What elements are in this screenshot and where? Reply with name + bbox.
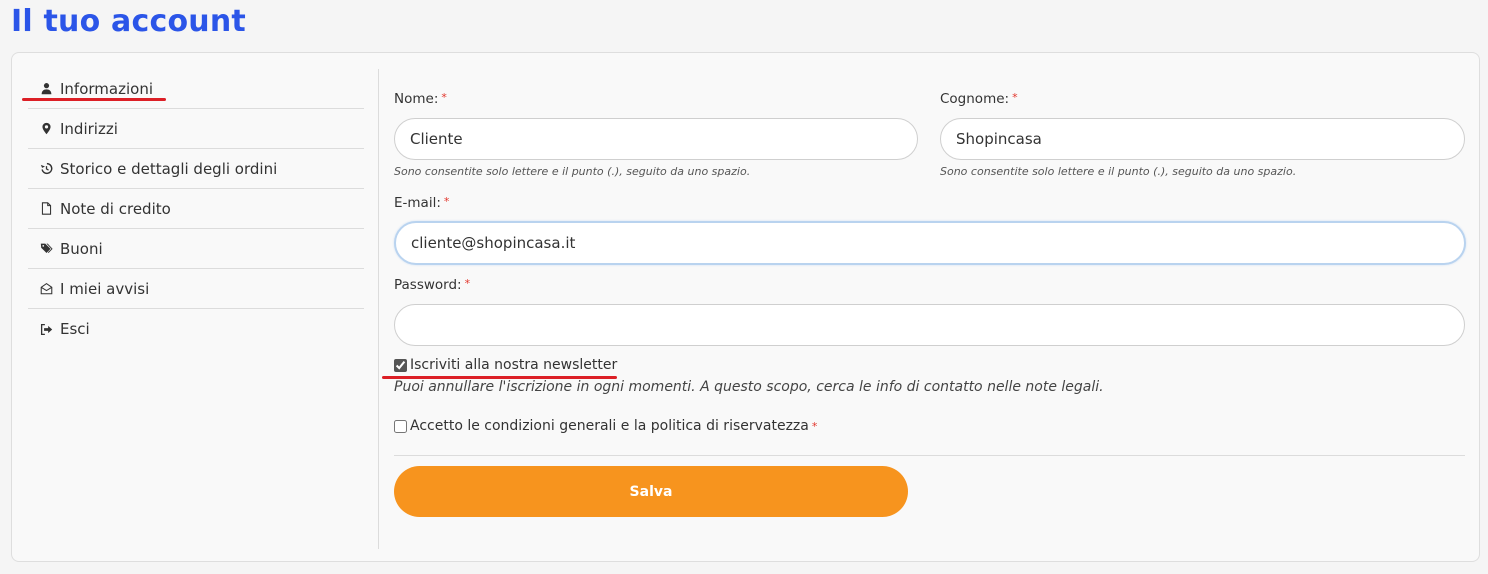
sidebar-item-note-credito[interactable]: Note di credito xyxy=(28,189,364,229)
email-input[interactable] xyxy=(394,221,1466,265)
required-mark: * xyxy=(443,195,450,208)
map-marker-icon xyxy=(36,122,56,135)
first-name-label: Nome: * xyxy=(394,91,447,107)
password-input[interactable] xyxy=(394,304,1465,346)
last-name-hint: Sono consentite solo lettere e il punto … xyxy=(940,165,1297,178)
password-label: Password: * xyxy=(394,277,471,293)
required-mark: * xyxy=(1012,91,1018,104)
newsletter-note: Puoi annullare l'iscrizione in ogni mome… xyxy=(394,379,1104,395)
sidebar-item-label: Note di credito xyxy=(60,199,171,218)
page-title: Il tuo account xyxy=(11,4,246,39)
email-label: E-mail: * xyxy=(394,195,450,211)
first-name-hint: Sono consentite solo lettere e il punto … xyxy=(394,165,751,178)
sidebar-divider xyxy=(378,69,379,549)
required-mark: * xyxy=(464,277,471,290)
newsletter-checkbox-row[interactable]: Iscriviti alla nostra newsletter xyxy=(394,357,617,373)
history-icon xyxy=(36,162,56,175)
required-mark: * xyxy=(441,91,447,104)
last-name-input[interactable] xyxy=(940,118,1465,160)
save-button[interactable]: Salva xyxy=(394,466,908,517)
sign-out-icon xyxy=(36,323,56,336)
sidebar-item-indirizzi[interactable]: Indirizzi xyxy=(28,109,364,149)
sidebar-item-avvisi[interactable]: I miei avvisi xyxy=(28,269,364,309)
newsletter-label: Iscriviti alla nostra newsletter xyxy=(410,357,618,373)
first-name-input[interactable] xyxy=(394,118,918,160)
account-sidebar: Informazioni Indirizzi Storico e dettagl… xyxy=(28,69,364,549)
terms-checkbox[interactable] xyxy=(394,419,407,433)
sidebar-item-label: Indirizzi xyxy=(60,119,118,138)
sidebar-item-buoni[interactable]: Buoni xyxy=(28,229,364,269)
user-icon xyxy=(36,82,56,95)
terms-label: Accetto le condizioni generali e la poli… xyxy=(410,418,809,434)
sidebar-item-label: Buoni xyxy=(60,239,103,258)
terms-checkbox-row[interactable]: Accetto le condizioni generali e la poli… xyxy=(394,418,817,434)
sidebar-item-informazioni[interactable]: Informazioni xyxy=(28,69,364,109)
sidebar-item-label: I miei avvisi xyxy=(60,279,150,298)
last-name-label: Cognome: * xyxy=(940,91,1018,107)
newsletter-checkbox[interactable] xyxy=(394,358,407,372)
sidebar-item-storico-ordini[interactable]: Storico e dettagli degli ordini xyxy=(28,149,364,189)
sidebar-item-label: Informazioni xyxy=(60,79,153,98)
file-icon xyxy=(36,202,56,215)
sidebar-item-esci[interactable]: Esci xyxy=(28,309,364,349)
sidebar-item-label: Storico e dettagli degli ordini xyxy=(60,159,278,178)
envelope-open-icon xyxy=(36,282,56,295)
form-divider xyxy=(394,455,1465,456)
required-mark: * xyxy=(811,419,818,433)
tags-icon xyxy=(36,242,56,255)
sidebar-item-label: Esci xyxy=(60,320,90,338)
annotation-underline-informazioni xyxy=(22,98,166,101)
